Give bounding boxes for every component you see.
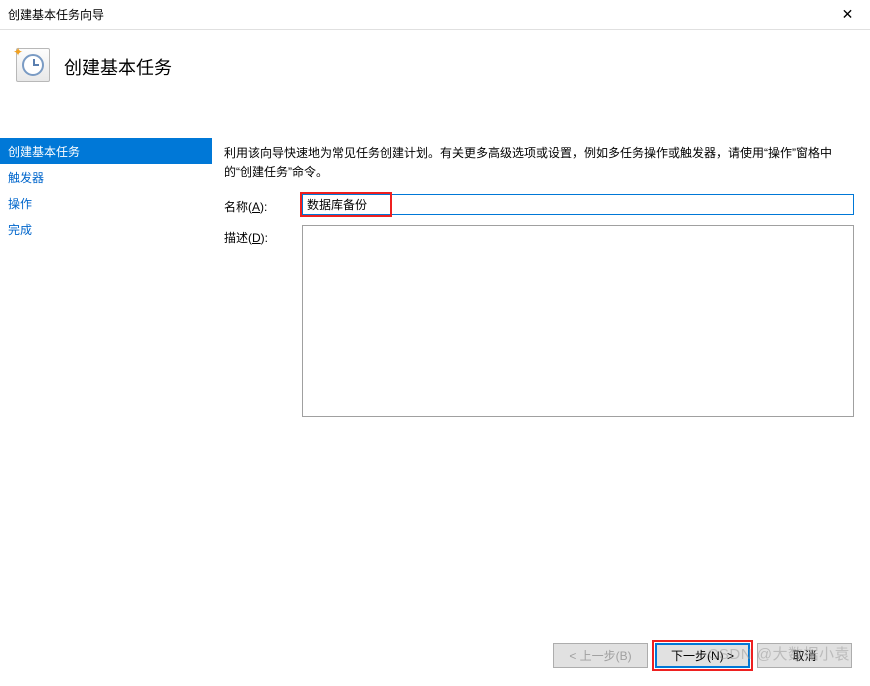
titlebar: 创建基本任务向导 ✕ <box>0 0 870 30</box>
intro-text: 利用该向导快速地为常见任务创建计划。有关更多高级选项或设置，例如多任务操作或触发… <box>224 144 854 182</box>
window-title: 创建基本任务向导 <box>8 6 104 23</box>
sidebar-item-action[interactable]: 操作 <box>0 190 212 216</box>
name-input-wrapper <box>302 194 854 215</box>
page-title: 创建基本任务 <box>64 48 172 80</box>
wizard-header: ✦ 创建基本任务 <box>0 30 870 138</box>
close-icon: ✕ <box>842 6 854 23</box>
sidebar-item-finish[interactable]: 完成 <box>0 216 212 242</box>
name-input[interactable] <box>302 194 854 215</box>
sidebar-item-create-basic-task[interactable]: 创建基本任务 <box>0 138 212 164</box>
close-button[interactable]: ✕ <box>825 0 870 30</box>
sidebar-item-label: 完成 <box>8 221 32 238</box>
back-button: < 上一步(B) <box>553 643 648 668</box>
name-row: 名称(A): <box>224 194 854 215</box>
main-panel: 利用该向导快速地为常见任务创建计划。有关更多高级选项或设置，例如多任务操作或触发… <box>212 138 870 632</box>
sidebar-item-label: 操作 <box>8 195 32 212</box>
star-decoration: ✦ <box>13 45 23 59</box>
name-label: 名称(A): <box>224 194 302 215</box>
sidebar-item-label: 创建基本任务 <box>8 143 80 160</box>
sidebar-item-trigger[interactable]: 触发器 <box>0 164 212 190</box>
clock-icon <box>22 54 44 76</box>
wizard-sidebar: 创建基本任务 触发器 操作 完成 <box>0 138 212 632</box>
description-label: 描述(D): <box>224 225 302 246</box>
next-button[interactable]: 下一步(N) > <box>655 643 750 668</box>
description-row: 描述(D): <box>224 225 854 417</box>
description-textarea[interactable] <box>302 225 854 417</box>
wizard-body: 创建基本任务 触发器 操作 完成 利用该向导快速地为常见任务创建计划。有关更多高… <box>0 138 870 632</box>
sidebar-item-label: 触发器 <box>8 169 44 186</box>
next-button-wrapper: 下一步(N) > <box>655 643 750 668</box>
wizard-icon: ✦ <box>16 48 50 82</box>
cancel-button[interactable]: 取消 <box>757 643 852 668</box>
button-bar: < 上一步(B) 下一步(N) > 取消 <box>553 643 852 668</box>
